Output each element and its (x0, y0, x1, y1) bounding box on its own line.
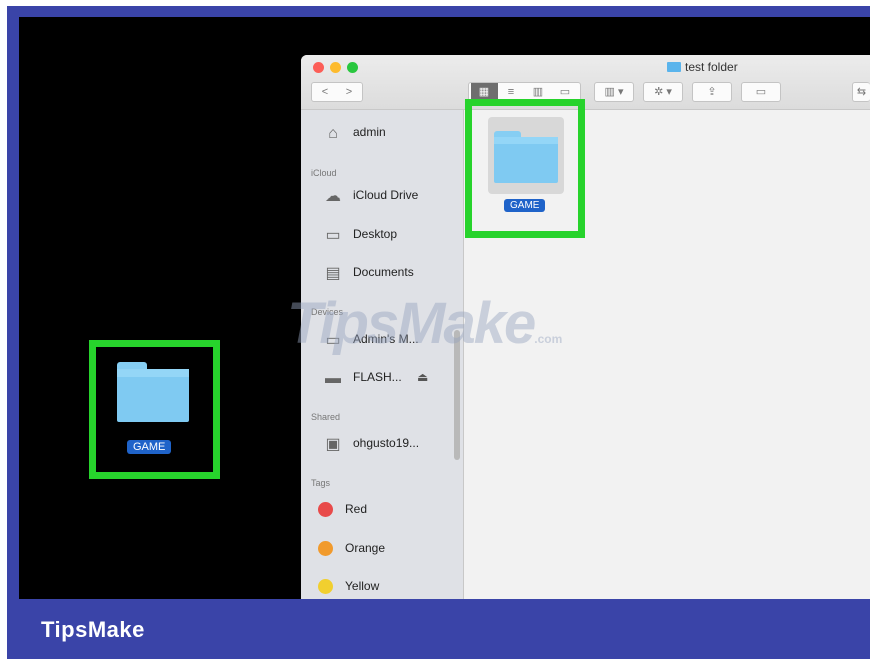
minimize-button[interactable] (330, 62, 341, 73)
tag-button[interactable]: ▭ (741, 82, 781, 102)
forward-button[interactable]: > (337, 83, 361, 101)
folder-icon (667, 62, 681, 72)
sidebar-item-desktop[interactable]: ▭ Desktop (321, 223, 397, 245)
folder-icon[interactable] (494, 131, 558, 183)
sidebar-item-admin[interactable]: ⌂ admin (321, 121, 386, 143)
red-tag-icon (318, 502, 333, 518)
desktop-folder-label[interactable]: GAME (127, 440, 172, 454)
sidebar-tag-red[interactable]: Red (313, 498, 367, 520)
zoom-button[interactable] (347, 62, 358, 73)
monitor-icon: ▣ (325, 435, 341, 453)
back-button[interactable]: < (313, 83, 337, 101)
drive-icon: ▬ (325, 369, 341, 387)
sidebar-item-shared-computer[interactable]: ▣ ohgusto19... (321, 432, 419, 454)
sidebar-tag-orange[interactable]: Orange (313, 537, 385, 559)
brand-logo: TipsMake (41, 617, 145, 642)
yellow-tag-icon (318, 579, 333, 595)
sidebar-item-icloud-drive[interactable]: ☁ iCloud Drive (321, 184, 418, 206)
arrange-button[interactable]: ▥ ▾ (594, 82, 634, 102)
extra-button[interactable]: ⇆ (852, 82, 870, 102)
share-button[interactable]: ⇪ (692, 82, 732, 102)
window-folder-label[interactable]: GAME (504, 199, 546, 212)
sidebar-item-flash[interactable]: ▬ FLASH... ⏏ (321, 366, 428, 388)
document-icon: ▤ (325, 264, 341, 282)
cloud-icon: ☁ (325, 187, 341, 205)
action-button[interactable]: ✲ ▾ (643, 82, 683, 102)
sidebar-header-tags: Tags (311, 478, 331, 488)
sidebar-header-icloud: iCloud (311, 168, 337, 178)
sidebar-tag-yellow[interactable]: Yellow (313, 575, 379, 597)
orange-tag-icon (318, 541, 333, 557)
nav-buttons: < > (311, 82, 363, 102)
eject-icon[interactable]: ⏏ (417, 370, 428, 384)
desktop-icon: ▭ (325, 226, 341, 244)
window-title: test folder (667, 60, 738, 74)
home-icon: ⌂ (328, 124, 338, 142)
sidebar-header-shared: Shared (311, 412, 341, 422)
watermark: TipsMake.com (287, 291, 563, 356)
title-bar: test folder < > ▦ ≡ ▥ ▭ ▥ ▾ ✲ ▾ ⇪ ▭ ⇆ (301, 55, 870, 110)
close-button[interactable] (313, 62, 324, 73)
folder-icon[interactable] (117, 362, 189, 422)
sidebar-item-documents[interactable]: ▤ Documents (321, 261, 413, 283)
